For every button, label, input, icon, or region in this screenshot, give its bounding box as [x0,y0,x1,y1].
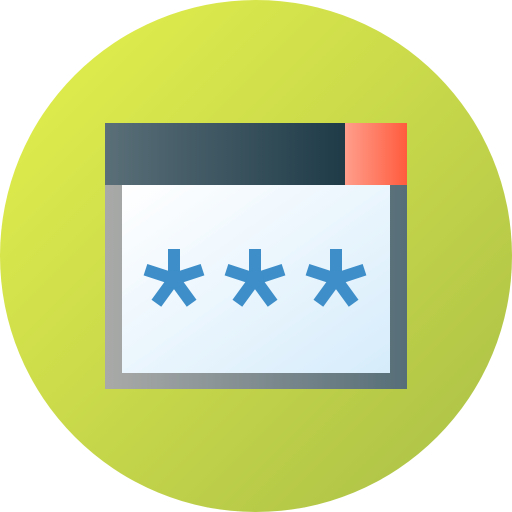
asterisk-hub [327,270,345,288]
asterisk-hub [246,270,264,288]
window-titlebar [105,123,345,185]
close-button [345,123,407,185]
password-window-icon [0,0,512,512]
asterisk-hub [165,270,183,288]
icon-canvas [0,0,512,512]
